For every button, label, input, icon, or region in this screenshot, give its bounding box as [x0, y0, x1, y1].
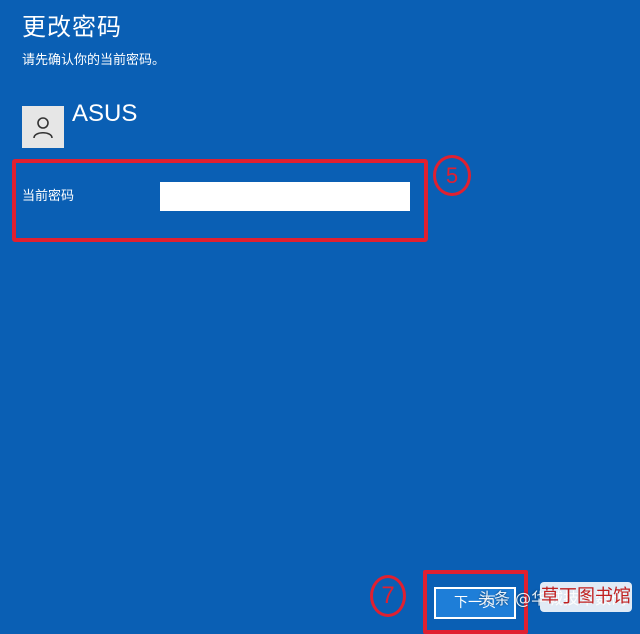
dialog-title: 更改密码	[22, 13, 122, 41]
annotation-step-7: 7	[370, 575, 406, 617]
avatar	[22, 106, 64, 148]
current-password-label: 当前密码	[22, 189, 75, 204]
annotation-step-5: 5	[433, 155, 471, 196]
dialog-subtitle: 请先确认你的当前密码。	[22, 53, 166, 68]
current-password-input[interactable]	[160, 182, 410, 211]
account-name: ASUS	[72, 100, 138, 127]
user-icon	[33, 117, 53, 139]
watermark-badge: 草丁图书馆	[540, 582, 632, 612]
